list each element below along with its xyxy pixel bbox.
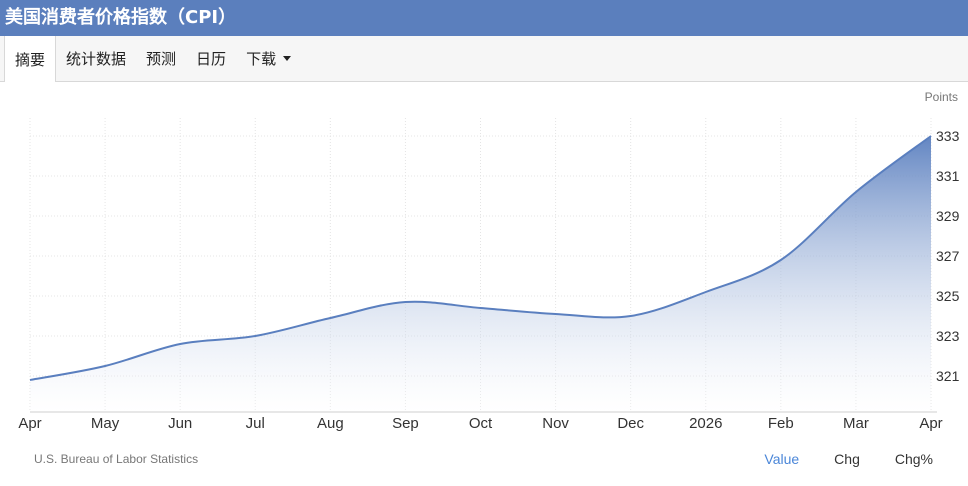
toggle-chg-pct[interactable]: Chg%: [895, 451, 933, 467]
tab-bar: 摘要 统计数据 预测 日历 下载: [0, 36, 968, 82]
y-axis-unit-label: Points: [925, 90, 958, 104]
x-tick-label-8: Dec: [617, 415, 644, 432]
y-tick-label-2: 325: [936, 288, 960, 304]
data-point-5: [403, 300, 407, 304]
x-tick-label-6: Oct: [469, 415, 493, 432]
data-point-11: [854, 190, 858, 194]
tab-statistics[interactable]: 统计数据: [56, 36, 136, 81]
y-tick-label-0: 321: [936, 368, 960, 384]
view-toggle: Value Chg Chg%: [764, 451, 968, 467]
y-tick-label-3: 327: [936, 248, 960, 264]
chart-area: Apr May Jun Jul Aug Sep Oct Nov Dec 2026 Feb Mar Apr…: [0, 82, 968, 486]
x-tick-label-4: Aug: [317, 415, 344, 432]
x-tick-label-11: Mar: [843, 415, 869, 432]
data-point-0: [28, 378, 32, 382]
data-point-3: [253, 334, 257, 338]
data-point-7: [554, 312, 558, 316]
data-point-2: [178, 342, 182, 346]
tab-summary[interactable]: 摘要: [4, 36, 57, 82]
x-tick-label-9: 2026: [689, 415, 722, 432]
caret-down-icon: [283, 56, 292, 61]
data-point-12: [929, 134, 933, 138]
source-label: U.S. Bureau of Labor Statistics: [34, 452, 199, 466]
data-point-10: [779, 258, 783, 262]
toggle-chg[interactable]: Chg: [834, 451, 860, 467]
tab-forecast[interactable]: 预测: [136, 36, 186, 81]
x-tick-label-1: May: [91, 415, 120, 432]
x-tick-label-3: Jul: [246, 415, 265, 432]
tab-download-label: 下载: [246, 50, 277, 68]
data-point-4: [328, 316, 332, 320]
data-point-1: [103, 364, 107, 368]
data-point-8: [629, 314, 633, 318]
data-point-6: [479, 306, 483, 310]
data-point-9: [704, 290, 708, 294]
x-tick-label-5: Sep: [392, 415, 419, 432]
tab-calendar[interactable]: 日历: [186, 36, 236, 81]
toggle-value[interactable]: Value: [764, 451, 799, 467]
y-tick-label-5: 331: [936, 168, 960, 184]
x-tick-label-7: Nov: [542, 415, 569, 432]
y-tick-label-1: 323: [936, 328, 960, 344]
x-tick-label-2: Jun: [168, 415, 192, 432]
y-tick-label-6: 333: [936, 128, 960, 144]
x-tick-label-10: Feb: [768, 415, 794, 432]
x-tick-label-12: Apr: [919, 415, 942, 432]
cpi-area-chart: Apr May Jun Jul Aug Sep Oct Nov Dec 2026 Feb Mar Apr…: [18, 90, 960, 432]
page-title: 美国消费者价格指数（CPI）: [0, 0, 968, 36]
x-tick-label-0: Apr: [18, 415, 41, 432]
tab-download[interactable]: 下载: [236, 36, 301, 81]
y-tick-label-4: 329: [936, 208, 960, 224]
